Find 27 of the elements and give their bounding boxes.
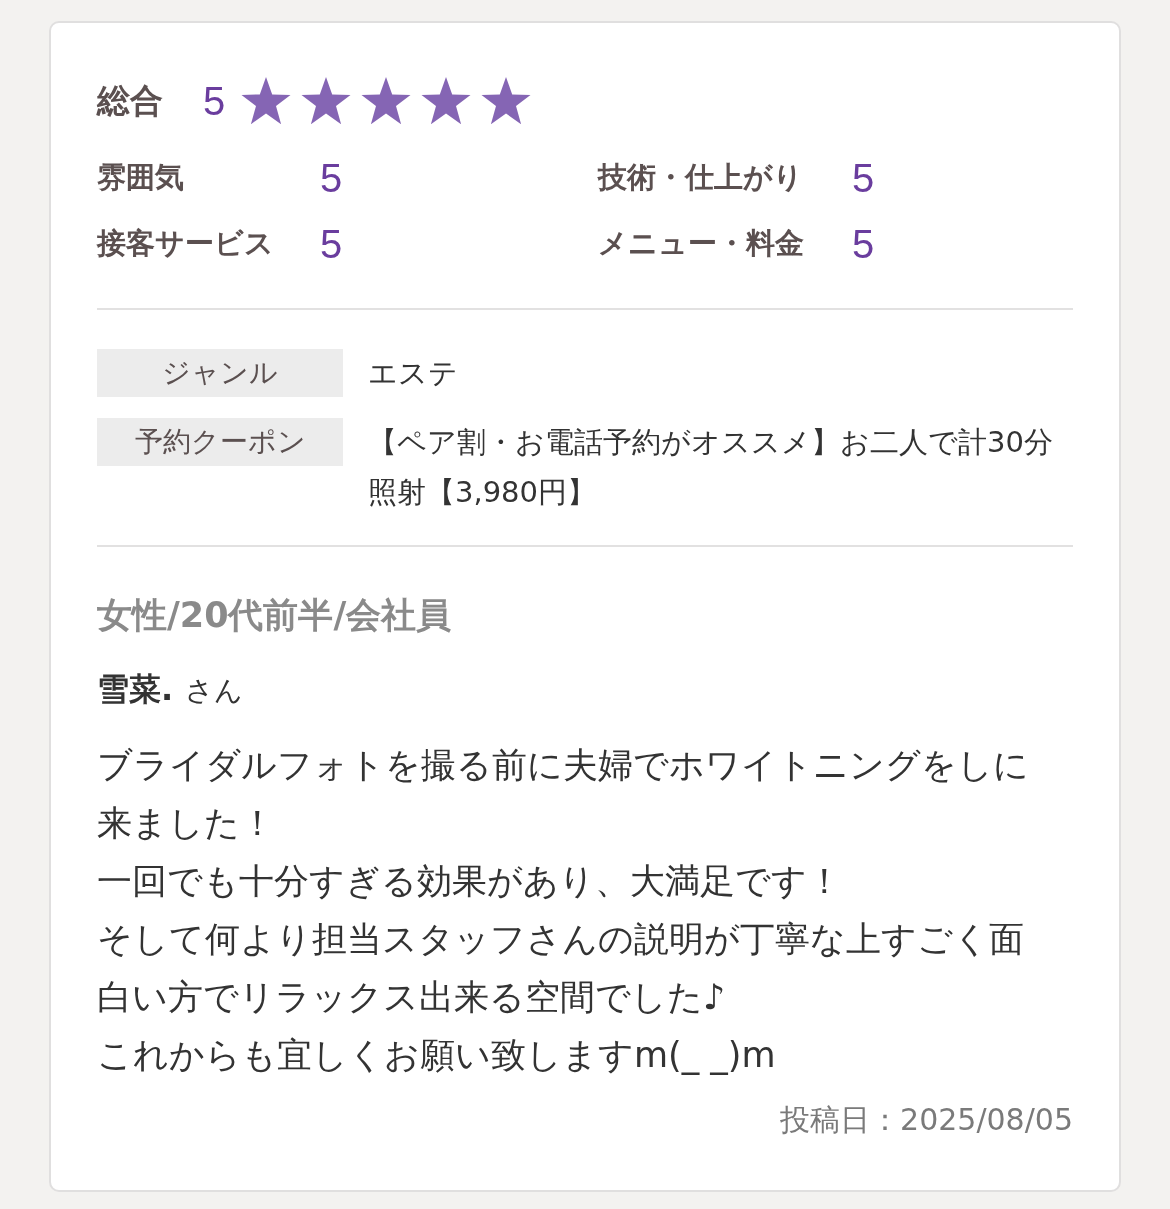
rating-label: メニュー・料金 — [598, 225, 805, 262]
rating-score: 5 — [852, 221, 875, 267]
review-paragraph: 一回でも十分すぎる効果があり、大満足です！ — [97, 860, 843, 903]
review-paragraph: そして何より担当スタッフさんの説明が丁寧な上すごく面白い方でリラックス出来る空間でした♪ — [97, 918, 1025, 1019]
reviewer-name: 雪菜. — [97, 669, 174, 710]
rating-score: 5 — [320, 155, 343, 201]
rating-score: 5 — [852, 155, 875, 201]
star-icon — [421, 77, 472, 125]
review-paragraph: ブライダルフォトを撮る前に夫婦でホワイトニングをしに来ました！ — [97, 744, 1030, 845]
detail-label: 予約クーポン — [97, 418, 343, 466]
posted-date: 投稿日：2025/08/05 — [780, 1101, 1073, 1139]
star-icon — [301, 77, 352, 125]
overall-score: 5 — [203, 78, 226, 124]
rating-label: 技術・仕上がり — [598, 159, 804, 196]
rating-score: 5 — [320, 221, 343, 267]
star-icon — [241, 77, 292, 125]
star-icon — [361, 77, 412, 125]
detail-value: 【ペア割・お電話予約がオススメ】お二人で計30分照射【3,980円】 — [368, 424, 1054, 511]
detail-label: ジャンル — [97, 349, 343, 397]
star-icon — [481, 77, 532, 125]
review-paragraph: これからも宜しくお願い致しますm(_ _)m — [97, 1034, 777, 1077]
honorific: さん — [185, 673, 244, 709]
overall-label: 総合 — [97, 79, 163, 122]
rating-label: 雰囲気 — [97, 159, 185, 196]
reviewer-profile: 女性/20代前半/会社員 — [97, 594, 453, 637]
detail-value: エステ — [368, 355, 459, 392]
rating-label: 接客サービス — [97, 225, 275, 262]
